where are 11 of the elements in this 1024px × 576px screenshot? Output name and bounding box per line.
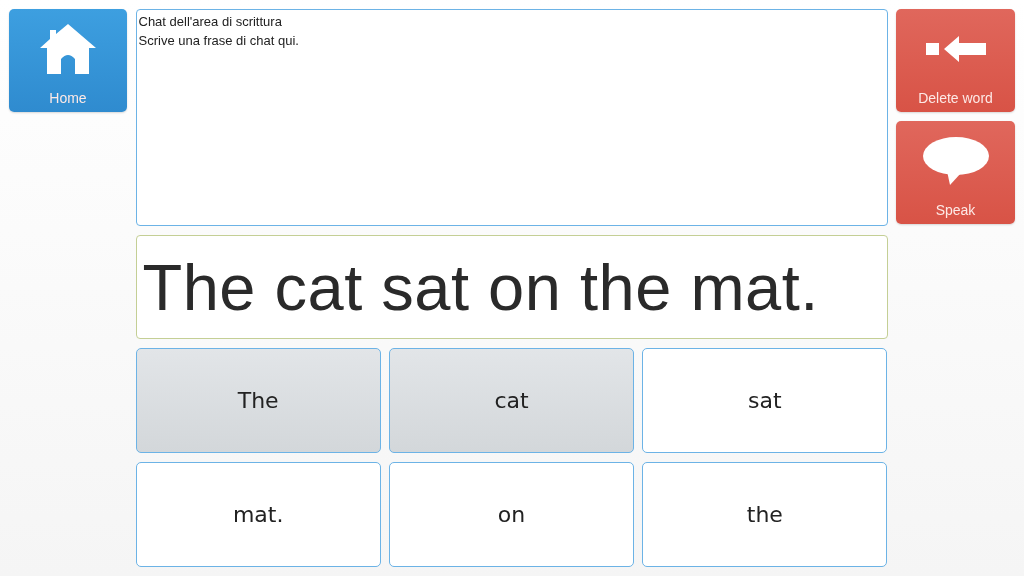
word-button[interactable]: mat. bbox=[135, 462, 381, 567]
word-button[interactable]: cat bbox=[388, 348, 635, 453]
speech-bubble-icon bbox=[922, 136, 989, 185]
sentence-display: The cat sat on the mat. bbox=[135, 235, 888, 339]
word-button[interactable]: sat bbox=[642, 348, 888, 453]
word-button[interactable]: The bbox=[135, 348, 381, 453]
word-button[interactable]: the bbox=[642, 462, 888, 567]
word-button[interactable]: on bbox=[388, 462, 635, 567]
house-icon bbox=[40, 23, 96, 74]
backspace-arrow-icon bbox=[925, 35, 986, 62]
chat-text-area[interactable]: Chat dell'area di scrittura Scrive una frase di chat qui. bbox=[135, 9, 888, 226]
